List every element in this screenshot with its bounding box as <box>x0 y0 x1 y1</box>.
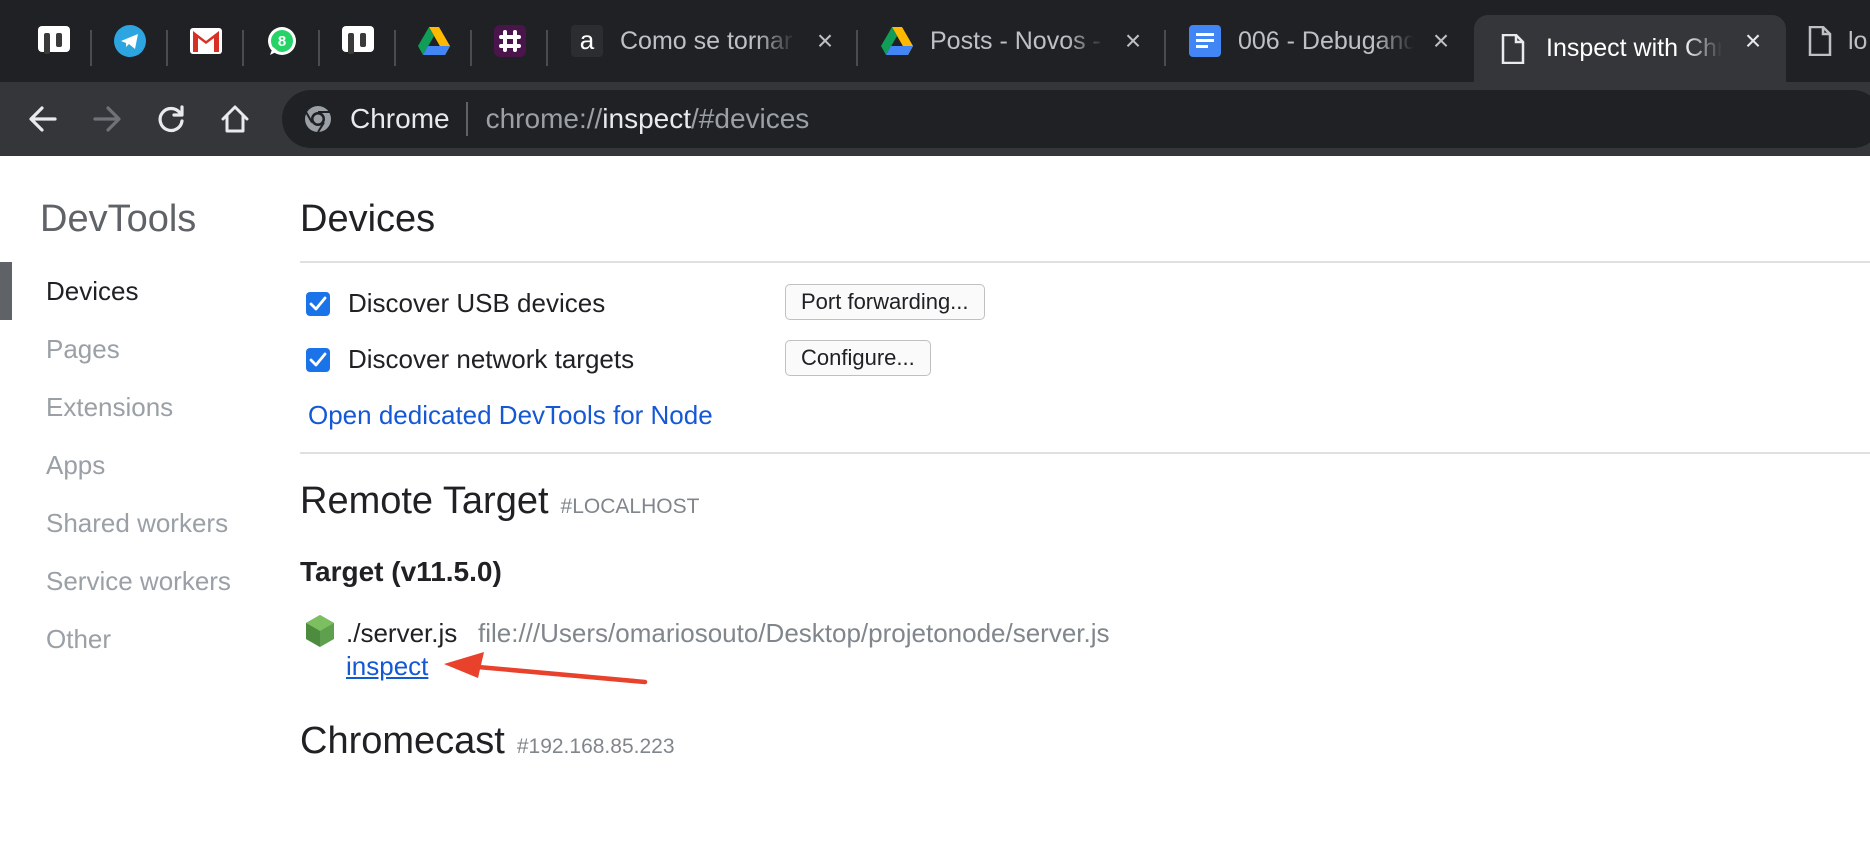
checkmark-icon <box>309 352 327 366</box>
whatsapp-icon: 8 <box>265 24 299 58</box>
target-heading: Target (v11.5.0) <box>300 556 502 587</box>
sidebar-item-other[interactable]: Other <box>46 624 111 655</box>
sidebar-item-pages[interactable]: Pages <box>46 334 120 365</box>
back-button[interactable] <box>20 96 66 142</box>
open-devtools-node-link[interactable]: Open dedicated DevTools for Node <box>308 400 713 431</box>
tab-inspect-with-chrome[interactable]: Inspect with Chrome × <box>1474 15 1786 82</box>
pinned-tab-gmail[interactable] <box>168 0 244 82</box>
amazon-icon: a <box>570 24 604 58</box>
tab-title: lo <box>1848 26 1868 55</box>
home-button[interactable] <box>212 96 258 142</box>
port-forwarding-button[interactable]: Port forwarding... <box>785 284 985 320</box>
close-tab-icon[interactable]: × <box>1122 27 1144 55</box>
section-title: Chromecast <box>300 720 505 762</box>
sidebar-selection-marker <box>0 262 12 320</box>
remote-target-section: Remote Target #LOCALHOST <box>300 480 699 523</box>
tab-partial[interactable]: lo <box>1786 0 1870 82</box>
discover-usb-row: Discover USB devices <box>306 288 605 319</box>
google-docs-icon <box>1188 24 1222 58</box>
discover-usb-checkbox[interactable] <box>306 291 330 316</box>
forward-button[interactable] <box>84 96 130 142</box>
reload-button[interactable] <box>148 96 194 142</box>
trello-icon <box>341 24 375 58</box>
tab-title: Como se tornar <box>620 26 793 55</box>
nodejs-icon <box>306 615 334 647</box>
configure-button[interactable]: Configure... <box>785 340 931 376</box>
tab-posts-novos[interactable]: Posts - Novos - × <box>858 0 1166 82</box>
sidebar-item-shared-workers[interactable]: Shared workers <box>46 508 228 539</box>
sidebar-item-devices[interactable]: Devices <box>46 276 138 307</box>
slack-icon <box>493 24 527 58</box>
document-icon <box>1496 32 1530 66</box>
close-tab-icon[interactable]: × <box>814 27 836 55</box>
sidebar-item-service-workers[interactable]: Service workers <box>46 566 231 597</box>
arrow-left-icon <box>29 106 57 132</box>
chromecast-section: Chromecast #192.168.85.223 <box>300 720 675 763</box>
gmail-icon <box>189 24 223 58</box>
site-name: Chrome <box>350 103 450 134</box>
home-icon <box>221 105 249 133</box>
svg-text:8: 8 <box>278 33 286 50</box>
google-drive-icon <box>417 24 451 58</box>
svg-text:a: a <box>580 25 595 55</box>
tab-title: Posts - Novos - <box>930 26 1101 55</box>
pinned-tab-slack[interactable] <box>472 0 548 82</box>
pinned-tab-telegram[interactable] <box>92 0 168 82</box>
sidebar-item-extensions[interactable]: Extensions <box>46 392 173 423</box>
tab-006-debugando[interactable]: 006 - Debugando × <box>1166 0 1474 82</box>
pinned-tab-google-drive[interactable] <box>396 0 472 82</box>
target-path: file:///Users/omariosouto/Desktop/projet… <box>478 618 1110 648</box>
pinned-tab-trello-2[interactable] <box>320 0 396 82</box>
discover-usb-label: Discover USB devices <box>348 288 606 318</box>
divider <box>300 452 1870 454</box>
tab-title: 006 - Debugando <box>1238 26 1414 55</box>
close-tab-icon[interactable]: × <box>1742 27 1764 55</box>
discover-network-checkbox[interactable] <box>306 347 330 372</box>
address-bar[interactable]: Chrome chrome://inspect/#devices <box>282 90 1870 148</box>
pinned-tab-trello[interactable] <box>16 0 92 82</box>
telegram-icon <box>113 24 147 58</box>
discover-network-label: Discover network targets <box>348 344 635 374</box>
page-title: Devices <box>300 198 436 240</box>
omnibox-divider <box>465 102 468 136</box>
pinned-tab-whatsapp[interactable]: 8 <box>244 0 320 82</box>
sidebar-item-apps[interactable]: Apps <box>46 450 105 481</box>
section-tag: #192.168.85.223 <box>516 735 675 758</box>
google-drive-icon <box>880 24 914 58</box>
arrow-right-icon <box>93 106 121 132</box>
section-title: Remote Target <box>300 480 549 522</box>
tab-strip: 8 a Como se tornar × Posts - Novos - × 0… <box>0 0 1870 82</box>
target-name: ./server.js <box>346 618 458 648</box>
tab-title: Inspect with Chrome <box>1546 34 1722 62</box>
inspect-link[interactable]: inspect <box>346 651 428 682</box>
trello-icon <box>37 24 71 58</box>
browser-toolbar: Chrome chrome://inspect/#devices <box>0 82 1870 156</box>
discover-network-row: Discover network targets <box>306 344 634 375</box>
reload-icon <box>158 105 184 133</box>
annotation-arrow-icon <box>444 652 648 685</box>
tab-como-se-tornar[interactable]: a Como se tornar × <box>548 0 858 82</box>
chrome-icon <box>305 106 331 133</box>
url-text[interactable]: chrome://inspect/#devices <box>486 103 810 135</box>
close-tab-icon[interactable]: × <box>1430 27 1452 55</box>
document-icon <box>1808 24 1832 58</box>
checkmark-icon <box>309 296 327 310</box>
divider <box>300 261 1870 263</box>
section-tag: #LOCALHOST <box>560 495 700 518</box>
sidebar-title: DevTools <box>40 198 197 240</box>
